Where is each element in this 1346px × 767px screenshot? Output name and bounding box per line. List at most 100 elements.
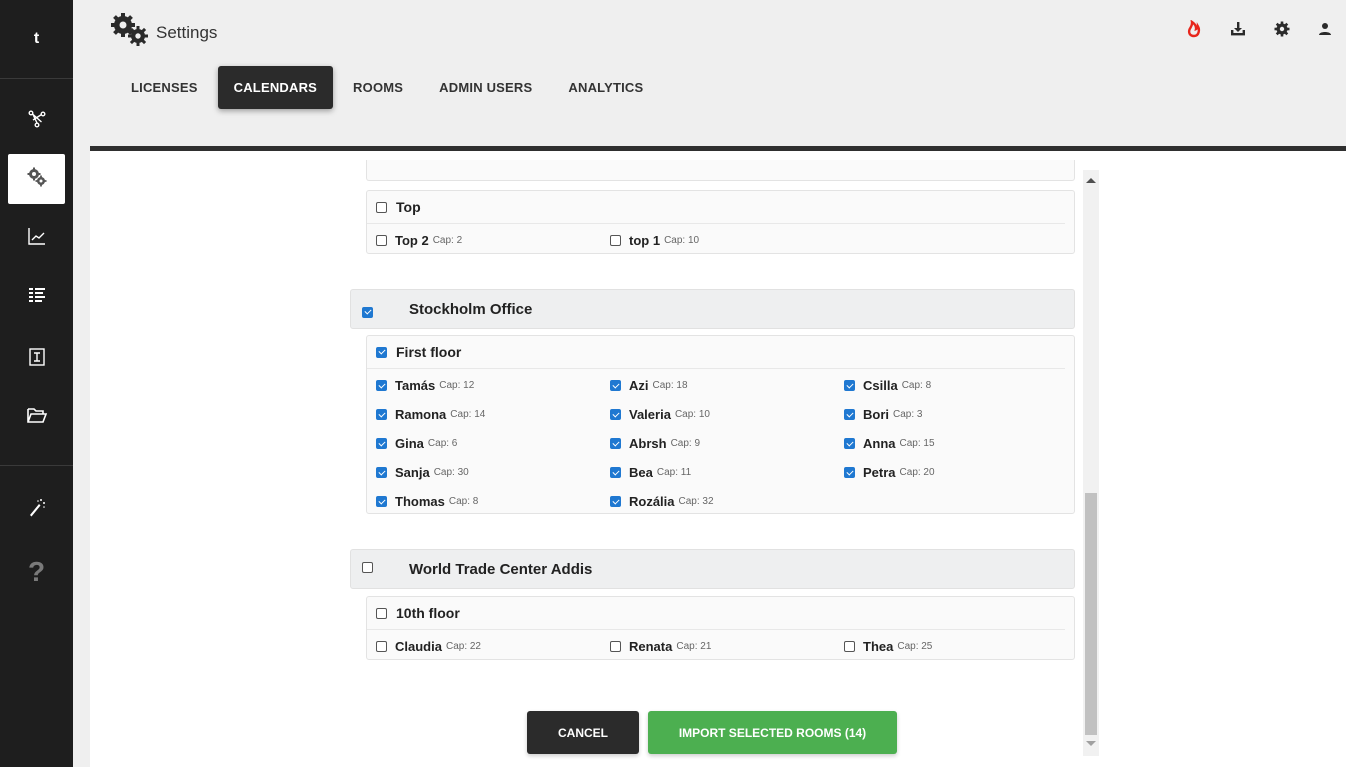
rail-item-text[interactable] [0,334,73,384]
list-icon [28,286,46,309]
room-item[interactable]: Renata Cap: 21 [610,632,844,661]
tab-analytics[interactable]: ANALYTICS [552,66,659,109]
checkbox[interactable] [844,438,855,449]
room-item[interactable]: Valeria Cap: 10 [610,400,844,429]
checkbox-wrap [362,560,373,578]
scroll-down-arrow[interactable] [1086,741,1096,746]
checkbox[interactable] [376,496,387,507]
vertical-scrollbar[interactable] [1083,170,1099,756]
checkbox[interactable] [376,201,387,213]
scroll-thumb[interactable] [1085,493,1097,735]
rail-item-list[interactable] [0,272,73,322]
room-item[interactable]: Bea Cap: 11 [610,458,844,487]
checkbox[interactable] [610,380,621,391]
rail-item-settings[interactable] [8,154,65,204]
checkbox[interactable] [610,235,621,246]
room-capacity: Cap: 14 [450,409,486,420]
room-name: Bori [863,407,889,422]
checkbox[interactable] [376,380,387,391]
checkbox[interactable] [844,641,855,652]
checkbox[interactable] [610,409,621,420]
app-logo[interactable]: t [0,0,73,79]
room-item[interactable]: Petra Cap: 20 [844,458,1075,487]
room-name: Tamás [395,378,436,393]
room-item[interactable]: Ramona Cap: 14 [376,400,610,429]
rail-item-analytics[interactable] [0,213,73,263]
room-item[interactable]: Bori Cap: 3 [844,400,1075,429]
room-name: Azi [629,378,649,393]
help-icon[interactable]: ? [0,547,73,597]
tab-admin-users[interactable]: ADMIN USERS [423,66,548,109]
checkbox[interactable] [376,607,387,619]
room-name: Top 2 [395,233,429,248]
floor-header[interactable]: 10th floor [367,597,1065,630]
room-item[interactable]: Csilla Cap: 8 [844,371,1075,400]
room-item[interactable]: Tamás Cap: 12 [376,371,610,400]
office-header-stockholm[interactable]: Stockholm Office [350,289,1075,329]
room-item[interactable]: Gina Cap: 6 [376,429,610,458]
room-capacity: Cap: 10 [664,235,700,246]
scroll-up-arrow[interactable] [1086,178,1096,183]
folder-open-icon [26,406,48,429]
checkbox[interactable] [362,306,373,318]
room-name: Thomas [395,494,445,509]
office-header-wtc-addis[interactable]: World Trade Center Addis [350,549,1075,589]
floor-header[interactable]: Top [367,191,1065,224]
floor-name: Top [396,199,421,215]
room-item[interactable]: Sanja Cap: 30 [376,458,610,487]
room-item[interactable]: top 1 Cap: 10 [610,226,844,255]
fire-icon[interactable] [1186,20,1202,38]
room-item[interactable]: Thomas Cap: 8 [376,487,610,516]
room-item[interactable]: Rozália Cap: 32 [610,487,844,516]
tab-licenses[interactable]: LICENSES [115,66,214,109]
room-item[interactable]: Top 2 Cap: 2 [376,226,610,255]
checkbox[interactable] [610,496,621,507]
floor-box-top: Top Top 2 Cap: 2 top 1 Cap: 10 [366,190,1075,254]
checkbox[interactable] [610,641,621,652]
room-item[interactable]: Claudia Cap: 22 [376,632,610,661]
magic-wand-icon [27,497,47,522]
checkbox[interactable] [362,562,373,573]
room-capacity: Cap: 8 [448,496,479,507]
checkbox[interactable] [376,438,387,449]
room-name: Petra [863,465,896,480]
rail-item-workflow[interactable] [0,96,73,146]
content-gutter [73,148,90,767]
checkbox[interactable] [376,235,387,246]
gear-icon[interactable] [1274,21,1290,37]
room-item[interactable]: Abrsh Cap: 9 [610,429,844,458]
checkbox[interactable] [610,467,621,478]
checkbox[interactable] [376,467,387,478]
room-name: Thea [863,639,894,654]
top-actions [1158,20,1332,38]
left-rail: t ? [0,0,73,767]
checkbox[interactable] [844,467,855,478]
rooms-grid: Top 2 Cap: 2 top 1 Cap: 10 [367,224,1074,255]
room-item[interactable]: Anna Cap: 15 [844,429,1075,458]
room-name: Ramona [395,407,447,422]
cancel-button[interactable]: CANCEL [527,711,639,754]
previous-floor-box [366,160,1075,181]
checkbox[interactable] [844,409,855,420]
room-item[interactable]: Thea Cap: 25 [844,632,1075,661]
checkbox[interactable] [376,346,387,358]
room-name: Gina [395,436,424,451]
checkbox[interactable] [844,380,855,391]
download-icon[interactable] [1230,21,1246,37]
checkbox[interactable] [376,409,387,420]
text-cursor-icon [28,347,46,372]
room-name: Bea [629,465,653,480]
tab-calendars[interactable]: CALENDARS [217,66,334,109]
checkbox[interactable] [610,438,621,449]
user-icon[interactable] [1318,22,1332,36]
room-name: top 1 [629,233,661,248]
room-name: Renata [629,639,673,654]
checkbox[interactable] [376,641,387,652]
room-item[interactable]: Azi Cap: 18 [610,371,844,400]
tab-rooms[interactable]: ROOMS [337,66,419,109]
floor-header[interactable]: First floor [367,336,1065,369]
rail-item-magic[interactable] [0,484,73,534]
room-capacity: Cap: 32 [678,496,714,507]
rail-item-folder[interactable] [0,392,73,442]
import-selected-rooms-button[interactable]: IMPORT SELECTED ROOMS (14) [648,711,897,754]
